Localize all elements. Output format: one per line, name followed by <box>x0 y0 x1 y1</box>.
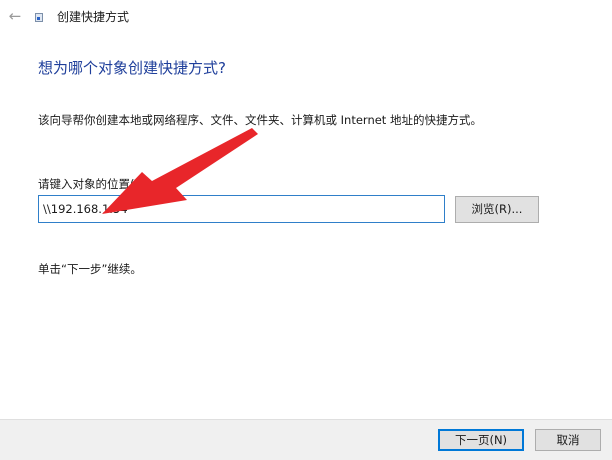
page-heading: 想为哪个对象创建快捷方式? <box>38 59 226 77</box>
continue-hint: 单击“下一步”继续。 <box>38 262 142 276</box>
location-input[interactable] <box>38 195 445 223</box>
wizard-description: 该向导帮你创建本地或网络程序、文件、文件夹、计算机或 Internet 地址的快… <box>38 113 482 127</box>
browse-button[interactable]: 浏览(R)... <box>455 196 539 223</box>
title-bar: ← 创建快捷方式 <box>0 0 612 34</box>
arrow-left-icon: ← <box>8 7 22 25</box>
location-label: 请键入对象的位置(T): <box>38 177 150 191</box>
window-title: 创建快捷方式 <box>57 10 130 24</box>
shortcut-icon <box>35 13 43 22</box>
footer-bar: 下一页(N) 取消 <box>0 419 612 460</box>
next-button[interactable]: 下一页(N) <box>438 429 524 451</box>
back-button[interactable]: ← <box>4 5 26 27</box>
cancel-button[interactable]: 取消 <box>535 429 601 451</box>
